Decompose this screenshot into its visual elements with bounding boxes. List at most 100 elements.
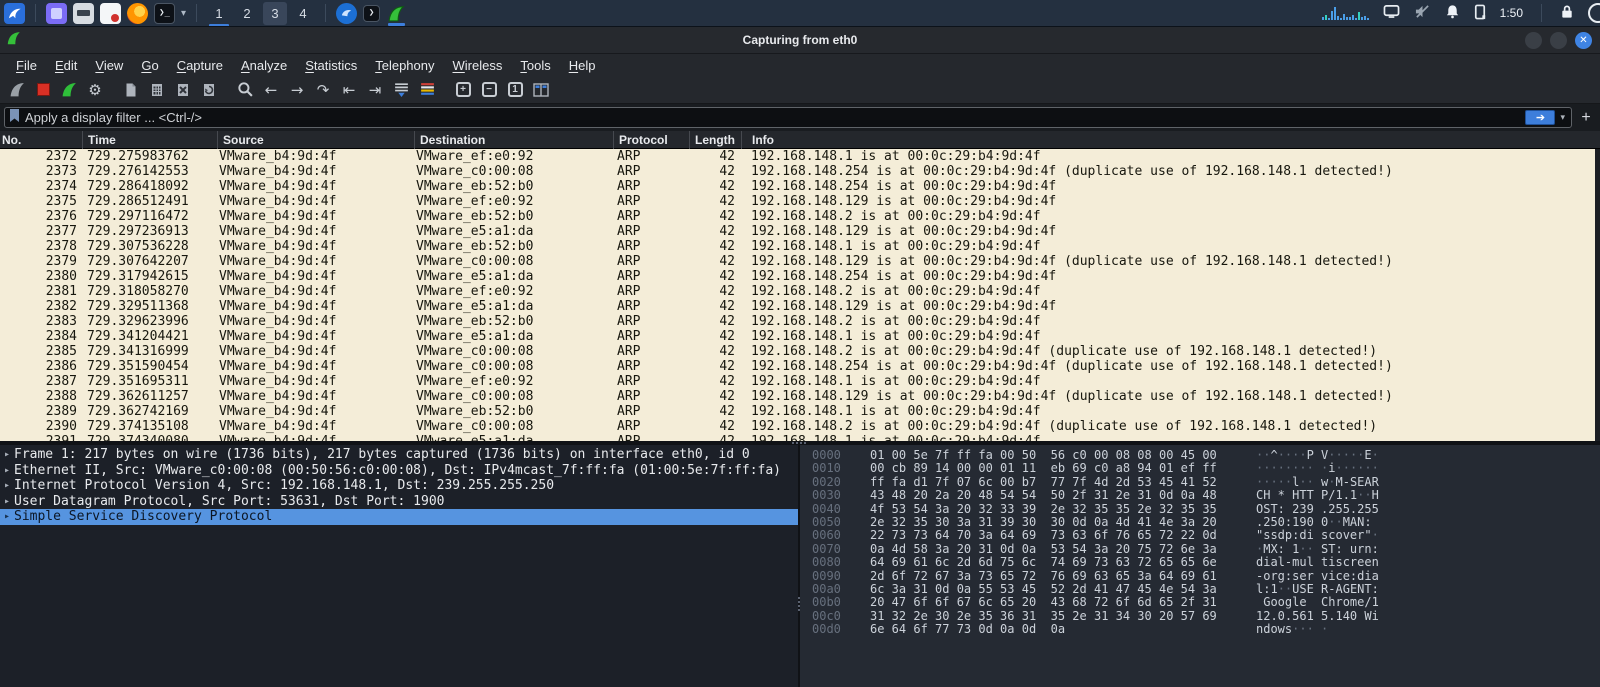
hex-row-0090[interactable]: 00902d 6f 72 67 3a 73 65 72 76 69 63 65 … [812,570,1600,583]
hex-row-0050[interactable]: 00502e 32 35 30 3a 31 39 30 30 0d 0a 4d … [812,516,1600,529]
column-header-destination[interactable]: Destination [414,131,613,149]
expand-arrow-icon[interactable]: ▸ [0,509,14,525]
close-capture-icon[interactable] [170,77,196,103]
chevron-down-icon[interactable]: ▾ [181,8,186,19]
packet-row-2389[interactable]: 2389729.362742169VMware_b4:9d:4fVMware_e… [0,404,1595,419]
colorize-icon[interactable] [414,77,440,103]
file-manager-icon[interactable] [73,3,94,24]
column-header-info[interactable]: Info [741,131,1600,149]
wireshark-window-icon[interactable] [386,3,407,24]
dashboard-app-icon[interactable] [46,3,67,24]
go-first-packet-icon[interactable]: ⇤ [336,77,362,103]
packet-row-2391[interactable]: 2391729.374340080VMware_b4:9d:4fVMware_e… [0,434,1595,441]
packet-row-2387[interactable]: 2387729.351695311VMware_b4:9d:4fVMware_e… [0,374,1595,389]
screen-lock-icon[interactable] [1560,4,1574,22]
display-filter-input[interactable] [25,110,1520,125]
detail-line-2[interactable]: ▸Internet Protocol Version 4, Src: 192.1… [0,478,798,494]
detail-line-4[interactable]: ▸Simple Service Discovery Protocol [0,509,798,525]
firefox-icon[interactable] [127,3,148,24]
power-manager-icon[interactable] [1474,4,1486,23]
hex-row-0000[interactable]: 000001 00 5e 7f ff fa 00 50 56 c0 00 08 … [812,449,1600,462]
packet-row-2376[interactable]: 2376729.297116472VMware_b4:9d:4fVMware_e… [0,209,1595,224]
zoom-in-icon[interactable]: + [450,77,476,103]
hex-row-0040[interactable]: 00404f 53 54 3a 20 32 33 39 2e 32 35 35 … [812,503,1600,516]
hex-row-00d0[interactable]: 00d06e 64 6f 77 73 0d 0a 0d 0andows··· · [812,623,1600,636]
packet-row-2384[interactable]: 2384729.341204421VMware_b4:9d:4fVMware_e… [0,329,1595,344]
filter-dropdown-icon[interactable]: ▾ [1560,112,1567,123]
notifications-icon[interactable] [1445,4,1460,22]
expand-arrow-icon[interactable]: ▸ [0,447,14,463]
stop-capture-icon[interactable] [30,77,56,103]
auto-scroll-icon[interactable] [388,77,414,103]
column-header-protocol[interactable]: Protocol [613,131,689,149]
menu-telephony[interactable]: Telephony [367,56,442,75]
packet-row-2377[interactable]: 2377729.297236913VMware_b4:9d:4fVMware_e… [0,224,1595,239]
terminal-launcher-icon[interactable]: ❯_ [154,3,175,24]
hex-row-00a0[interactable]: 00a06c 3a 31 0d 0a 55 53 45 52 2d 41 47 … [812,583,1600,596]
menu-go[interactable]: Go [133,56,166,75]
resize-columns-icon[interactable] [528,77,554,103]
go-to-packet-icon[interactable]: ↷ [310,77,336,103]
minimize-button[interactable] [1525,32,1542,49]
packet-row-2372[interactable]: 2372729.275983762VMware_b4:9d:4fVMware_e… [0,149,1595,164]
hex-row-0030[interactable]: 003043 48 20 2a 20 48 54 54 50 2f 31 2e … [812,489,1600,502]
packet-row-2388[interactable]: 2388729.362611257VMware_b4:9d:4fVMware_c… [0,389,1595,404]
packet-row-2385[interactable]: 2385729.341316999VMware_b4:9d:4fVMware_c… [0,344,1595,359]
pane-splitter-horizontal[interactable] [0,441,1600,445]
workspace-button-3[interactable]: 3 [263,2,287,25]
packet-row-2374[interactable]: 2374729.286418092VMware_b4:9d:4fVMware_e… [0,179,1595,194]
hex-row-0010[interactable]: 001000 cb 89 14 00 00 01 11 eb 69 c0 a8 … [812,462,1600,475]
hex-row-00b0[interactable]: 00b020 47 6f 6f 67 6c 65 20 43 68 72 6f … [812,596,1600,609]
hex-row-0080[interactable]: 008064 69 61 6c 2d 6d 75 6c 74 69 73 63 … [812,556,1600,569]
workspace-button-2[interactable]: 2 [235,2,259,25]
menu-wireless[interactable]: Wireless [445,56,511,75]
column-header-source[interactable]: Source [217,131,414,149]
capture-options-icon[interactable]: ⚙ [82,77,108,103]
zoom-out-icon[interactable]: − [476,77,502,103]
detail-line-0[interactable]: ▸Frame 1: 217 bytes on wire (1736 bits),… [0,447,798,463]
packet-row-2378[interactable]: 2378729.307536228VMware_b4:9d:4fVMware_e… [0,239,1595,254]
maximize-button[interactable] [1550,32,1567,49]
column-header-no[interactable]: No. [0,131,82,149]
open-file-icon[interactable] [118,77,144,103]
workspace-button-4[interactable]: 4 [291,2,315,25]
go-last-packet-icon[interactable]: ⇥ [362,77,388,103]
close-button[interactable]: ✕ [1575,32,1592,49]
packet-row-2386[interactable]: 2386729.351590454VMware_b4:9d:4fVMware_c… [0,359,1595,374]
hex-row-0060[interactable]: 006022 73 73 64 70 3a 64 69 73 63 6f 76 … [812,529,1600,542]
save-file-icon[interactable] [144,77,170,103]
packet-row-2382[interactable]: 2382729.329511368VMware_b4:9d:4fVMware_e… [0,299,1595,314]
packet-row-2379[interactable]: 2379729.307642207VMware_b4:9d:4fVMware_c… [0,254,1595,269]
apply-filter-button[interactable]: ➔ [1525,110,1555,125]
go-forward-icon[interactable]: → [284,77,310,103]
start-capture-icon[interactable] [4,77,30,103]
menu-file[interactable]: File [8,56,45,75]
workspace-button-1[interactable]: 1 [207,2,231,25]
packet-row-2375[interactable]: 2375729.286512491VMware_b4:9d:4fVMware_e… [0,194,1595,209]
packet-row-2390[interactable]: 2390729.374135108VMware_b4:9d:4fVMware_c… [0,419,1595,434]
detail-line-3[interactable]: ▸User Datagram Protocol, Src Port: 53631… [0,494,798,510]
expand-arrow-icon[interactable]: ▸ [0,494,14,510]
packet-row-2373[interactable]: 2373729.276142553VMware_b4:9d:4fVMware_c… [0,164,1595,179]
menu-tools[interactable]: Tools [512,56,558,75]
session-menu-icon[interactable] [1588,3,1600,23]
menu-analyze[interactable]: Analyze [233,56,295,75]
terminal-window-icon[interactable]: ❯ [363,5,380,22]
column-header-length[interactable]: Length [689,131,741,149]
menu-view[interactable]: View [87,56,131,75]
filter-bookmark-icon[interactable] [9,108,20,128]
browser-window-icon[interactable] [336,3,357,24]
display-filter-field[interactable]: ➔ ▾ [4,107,1572,128]
display-icon[interactable] [1383,4,1400,22]
restart-capture-icon[interactable] [56,77,82,103]
packet-row-2380[interactable]: 2380729.317942615VMware_b4:9d:4fVMware_e… [0,269,1595,284]
hex-row-00c0[interactable]: 00c031 32 2e 30 2e 35 36 31 35 2e 31 34 … [812,610,1600,623]
detail-line-1[interactable]: ▸Ethernet II, Src: VMware_c0:00:08 (00:5… [0,463,798,479]
clock[interactable]: 1:50 [1500,6,1523,20]
hex-row-0020[interactable]: 0020ff fa d1 7f 07 6c 00 b7 77 7f 4d 2d … [812,476,1600,489]
pane-splitter-vertical[interactable] [798,445,800,687]
audio-muted-icon[interactable] [1414,4,1431,22]
go-back-icon[interactable]: ← [258,77,284,103]
text-editor-icon[interactable] [100,3,121,24]
normal-size-icon[interactable]: 1 [502,77,528,103]
